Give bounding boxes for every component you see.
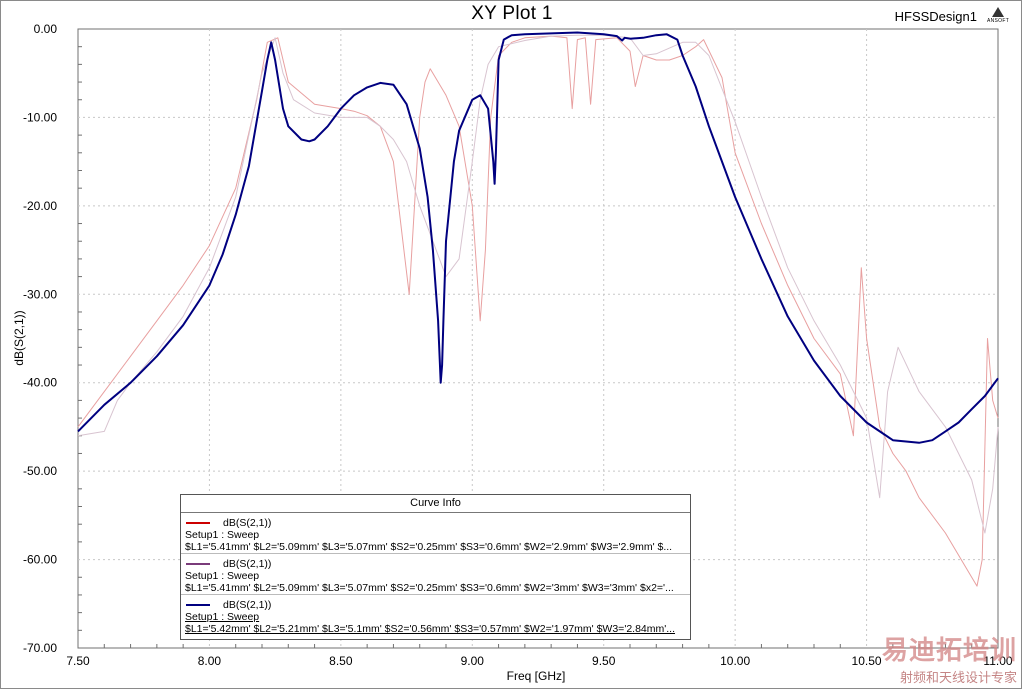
curve-info-legend[interactable]: Curve Info dB(S(2,1)) Setup1 : Sweep $L1…	[180, 494, 691, 640]
y-tick-label: -10.00	[23, 110, 57, 124]
y-tick-label: -20.00	[23, 199, 57, 213]
x-tick-label: 10.50	[852, 654, 882, 668]
y-tick-label: -30.00	[23, 287, 57, 301]
x-tick-label: 9.50	[592, 654, 616, 668]
legend-setup: Setup1 : Sweep	[185, 570, 260, 582]
legend-curve-name: dB(S(2,1))	[223, 558, 272, 570]
legend-entry[interactable]: dB(S(2,1)) Setup1 : Sweep $L1='5.41mm' $…	[181, 554, 690, 595]
watermark: 易迪拓培训 射频和天线设计专家	[882, 630, 1017, 686]
legend-entry[interactable]: dB(S(2,1)) Setup1 : Sweep $L1='5.42mm' $…	[181, 595, 690, 636]
legend-entry[interactable]: dB(S(2,1)) Setup1 : Sweep $L1='5.41mm' $…	[181, 513, 690, 554]
x-tick-label: 8.00	[198, 654, 222, 668]
x-axis-label: Freq [GHz]	[506, 669, 566, 683]
x-tick-label: 9.00	[461, 654, 485, 668]
legend-params: $L1='5.42mm' $L2='5.21mm' $L3='5.1mm' $S…	[185, 623, 676, 635]
legend-setup: Setup1 : Sweep	[185, 529, 260, 541]
watermark-small: 射频和天线设计专家	[899, 670, 1017, 685]
xy-plot-window: 7.50 8.00 8.50 9.00 9.50 10.00 10.50 11.00 0.00-…	[0, 0, 1022, 689]
y-tick-label: -50.00	[23, 464, 57, 478]
legend-curve-name: dB(S(2,1))	[223, 599, 272, 611]
legend-swatch	[186, 563, 210, 565]
x-tick-label: 8.50	[329, 654, 353, 668]
legend-params: $L1='5.41mm' $L2='5.09mm' $L3='5.07mm' $…	[185, 582, 674, 594]
legend-params: $L1='5.41mm' $L2='5.09mm' $L3='5.07mm' $…	[185, 541, 673, 553]
legend-title: Curve Info	[181, 495, 690, 513]
y-tick-label: -40.00	[23, 376, 57, 390]
legend-swatch	[186, 522, 210, 524]
y-tick-label: -60.00	[23, 553, 57, 567]
y-axis-label: dB(S(2,1))	[12, 310, 26, 366]
legend-setup: Setup1 : Sweep	[185, 611, 260, 623]
chart-title: XY Plot 1	[471, 3, 553, 24]
legend-curve-name: dB(S(2,1))	[223, 517, 272, 529]
y-tick-label: -70.00	[23, 641, 57, 655]
logo-text: ANSOFT	[987, 18, 1010, 24]
design-name: HFSSDesign1	[894, 9, 977, 24]
legend-swatch	[186, 604, 210, 606]
watermark-big: 易迪拓培训	[881, 635, 1017, 665]
ansoft-logo-icon: ANSOFT	[987, 7, 1009, 29]
x-tick-label: 7.50	[66, 654, 90, 668]
x-tick-label: 10.00	[720, 654, 750, 668]
